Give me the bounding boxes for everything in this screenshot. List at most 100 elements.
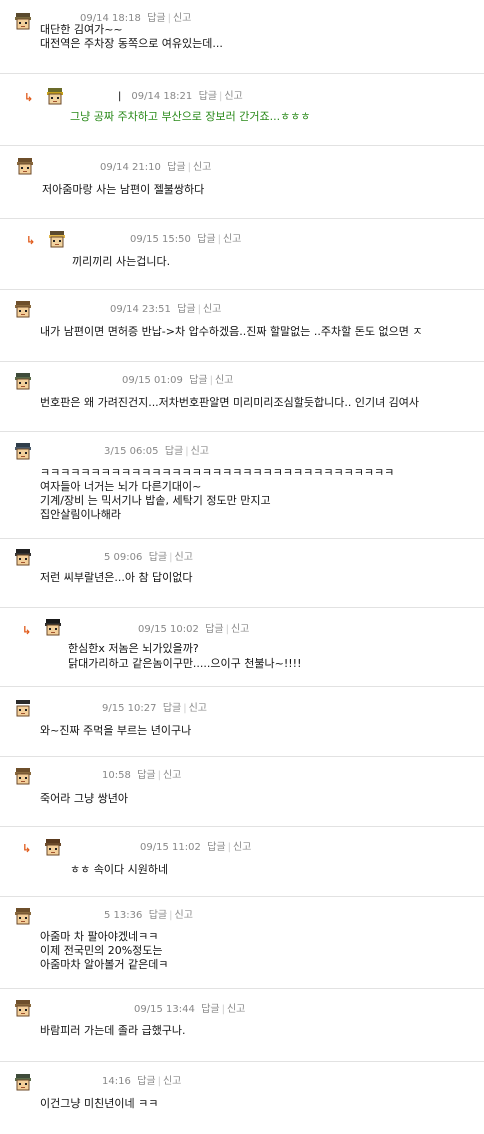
reply-link[interactable]: 답글 bbox=[149, 552, 167, 563]
author-separator: | bbox=[118, 91, 122, 102]
user-avatar-icon[interactable] bbox=[12, 1071, 34, 1093]
comment-item: 09/15 01:09 답글 | 신고 번호판은 왜 가려진건지...저차번호판알면 … bbox=[0, 370, 484, 409]
user-avatar-icon[interactable] bbox=[42, 836, 64, 858]
comment-item: 09/14 18:18 답글 | 신고 대단한 김여가~~ 대전역은 주차장 동쪽으로 … bbox=[0, 10, 484, 50]
user-avatar-icon[interactable] bbox=[12, 905, 34, 927]
reply-link[interactable]: 답글 bbox=[137, 1076, 155, 1087]
comment-meta: 5 09:06 답글 | 신고 bbox=[104, 552, 193, 564]
reply-link[interactable]: 답글 bbox=[147, 13, 165, 24]
comment-text-line: 저런 씨부랄년은...아 참 답이없다 bbox=[40, 571, 193, 584]
comment-text-line: ㅋㅋㅋㅋㅋㅋㅋㅋㅋㅋㅋㅋㅋㅋㅋㅋㅋㅋㅋㅋㅋㅋㅋㅋㅋㅋㅋㅋㅋㅋㅋㅋㅋㅋㅋ bbox=[40, 466, 395, 479]
comment-divider bbox=[0, 431, 484, 432]
comment-divider bbox=[0, 607, 484, 608]
comment-item: 09/15 13:44 답글 | 신고바람피러 가는데 졸라 급했구나. bbox=[0, 997, 484, 1037]
report-link[interactable]: 신고 bbox=[224, 91, 242, 102]
user-avatar-icon[interactable] bbox=[12, 370, 34, 392]
reply-link[interactable]: 답글 bbox=[207, 842, 225, 853]
comment-item: 09/14 21:10 답글 | 신고 저아줌마랑 사는 남편이 젤불쌍하다 bbox=[0, 155, 484, 196]
comment-text-line: 내가 남편이면 면허증 반납->차 압수하겠음..진짜 할말없는 ..주차할 돈… bbox=[40, 325, 423, 338]
comment-text-line: 한심한x 저놈은 뇌가있을까? bbox=[68, 642, 199, 655]
comment-timestamp: 09/15 13:44 bbox=[134, 1004, 195, 1015]
comment-divider bbox=[0, 538, 484, 539]
user-avatar-icon[interactable] bbox=[12, 298, 34, 320]
reply-link[interactable]: 답글 bbox=[197, 234, 215, 245]
reply-link[interactable]: 답글 bbox=[165, 446, 183, 457]
report-link[interactable]: 신고 bbox=[173, 13, 191, 24]
report-link[interactable]: 신고 bbox=[193, 162, 211, 173]
comment-meta: 5 13:36 답글 | 신고 bbox=[104, 910, 193, 922]
comment-meta: 09/15 01:09 답글 | 신고 bbox=[122, 375, 233, 387]
user-avatar-icon[interactable] bbox=[46, 228, 68, 250]
comment-timestamp: 09/15 10:02 bbox=[138, 624, 199, 635]
action-separator: | bbox=[227, 842, 231, 853]
report-link[interactable]: 신고 bbox=[203, 304, 221, 315]
reply-link[interactable]: 답글 bbox=[189, 375, 207, 386]
report-link[interactable]: 신고 bbox=[189, 703, 207, 714]
comment-divider bbox=[0, 73, 484, 74]
reply-link[interactable]: 답글 bbox=[163, 703, 181, 714]
report-link[interactable]: 신고 bbox=[175, 552, 193, 563]
report-link[interactable]: 신고 bbox=[163, 1076, 181, 1087]
comment-divider bbox=[0, 826, 484, 827]
user-avatar-icon[interactable] bbox=[44, 85, 66, 107]
report-link[interactable]: 신고 bbox=[215, 375, 233, 386]
reply-arrow-icon: ↳ bbox=[26, 234, 36, 247]
comment-divider bbox=[0, 218, 484, 219]
reply-link[interactable]: 답글 bbox=[149, 910, 167, 921]
comment-text-line: 아줌마 차 팔아야겠네ㅋㅋ bbox=[40, 930, 159, 943]
action-separator: | bbox=[217, 234, 221, 245]
action-separator: | bbox=[225, 624, 229, 635]
reply-link[interactable]: 답글 bbox=[201, 1004, 219, 1015]
comment-divider bbox=[0, 1061, 484, 1062]
reply-link[interactable]: 답글 bbox=[205, 624, 223, 635]
comment-meta: 09/15 13:44 답글 | 신고 bbox=[134, 1004, 245, 1016]
comment-timestamp: 09/15 15:50 bbox=[130, 234, 191, 245]
comment-divider bbox=[0, 361, 484, 362]
action-separator: | bbox=[157, 770, 161, 781]
user-avatar-icon[interactable] bbox=[12, 546, 34, 568]
user-avatar-icon[interactable] bbox=[12, 997, 34, 1019]
reply-arrow-icon: ↳ bbox=[24, 91, 34, 104]
user-avatar-icon[interactable] bbox=[12, 765, 34, 787]
comment-meta: 14:16 답글 | 신고 bbox=[102, 1076, 181, 1088]
action-separator: | bbox=[157, 1076, 161, 1087]
comment-text-line: 바람피러 가는데 졸라 급했구나. bbox=[40, 1024, 186, 1037]
comment-meta: 3/15 06:05 답글 | 신고 bbox=[104, 446, 209, 458]
comment-item: ↳ 09/15 11:02 답글 | 신고 ㅎㅎ 속이다 시원하네 bbox=[0, 836, 484, 876]
report-link[interactable]: 신고 bbox=[163, 770, 181, 781]
user-avatar-icon[interactable] bbox=[14, 155, 36, 177]
report-link[interactable]: 신고 bbox=[233, 842, 251, 853]
comment-item: 5 13:36 답글 | 신고아줌마 차 팔아야겠네ㅋㅋ 이제 전국민의 20%정도는… bbox=[0, 905, 484, 971]
comment-text-line: 기계/장비 는 믹서기나 밥솥, 세탁기 정도만 만지고 bbox=[40, 494, 271, 507]
comment-divider bbox=[0, 756, 484, 757]
report-link[interactable]: 신고 bbox=[191, 446, 209, 457]
report-link[interactable]: 신고 bbox=[223, 234, 241, 245]
comment-timestamp: 09/15 01:09 bbox=[122, 375, 183, 386]
user-avatar-icon[interactable] bbox=[42, 616, 64, 638]
user-avatar-icon[interactable] bbox=[12, 440, 34, 462]
comment-meta: 09/15 15:50 답글 | 신고 bbox=[130, 234, 241, 246]
comment-item: 9/15 10:27 답글 | 신고 와~진짜 주먹을 부르는 년이구나 bbox=[0, 697, 484, 737]
comment-item: 09/14 23:51 답글 | 신고 내가 남편이면 면허증 반납->차 압수하겠음… bbox=[0, 298, 484, 338]
user-avatar-icon[interactable] bbox=[12, 697, 34, 719]
comment-timestamp: 5 13:36 bbox=[104, 910, 143, 921]
comment-text-line: 저아줌마랑 사는 남편이 젤불쌍하다 bbox=[42, 183, 205, 196]
comment-divider bbox=[0, 988, 484, 989]
reply-arrow-icon: ↳ bbox=[22, 842, 32, 855]
comment-timestamp: 5 09:06 bbox=[104, 552, 143, 563]
comment-item: 10:58 답글 | 신고 죽어라 그냥 쌍년아 bbox=[0, 765, 484, 805]
report-link[interactable]: 신고 bbox=[227, 1004, 245, 1015]
comment-divider bbox=[0, 289, 484, 290]
action-separator: | bbox=[218, 91, 223, 102]
reply-link[interactable]: 답글 bbox=[167, 162, 185, 173]
report-link[interactable]: 신고 bbox=[175, 910, 193, 921]
reply-link[interactable]: 답글 bbox=[177, 304, 195, 315]
comment-timestamp: 3/15 06:05 bbox=[104, 446, 159, 457]
comment-text-line: 와~진짜 주먹을 부르는 년이구나 bbox=[40, 724, 192, 737]
reply-link[interactable]: 답글 bbox=[199, 91, 217, 102]
comment-text-line: 이제 전국민의 20%정도는 bbox=[40, 944, 163, 957]
report-link[interactable]: 신고 bbox=[231, 624, 249, 635]
user-avatar-icon[interactable] bbox=[12, 10, 34, 32]
comment-timestamp: 14:16 bbox=[102, 1076, 131, 1087]
reply-link[interactable]: 답글 bbox=[137, 770, 155, 781]
